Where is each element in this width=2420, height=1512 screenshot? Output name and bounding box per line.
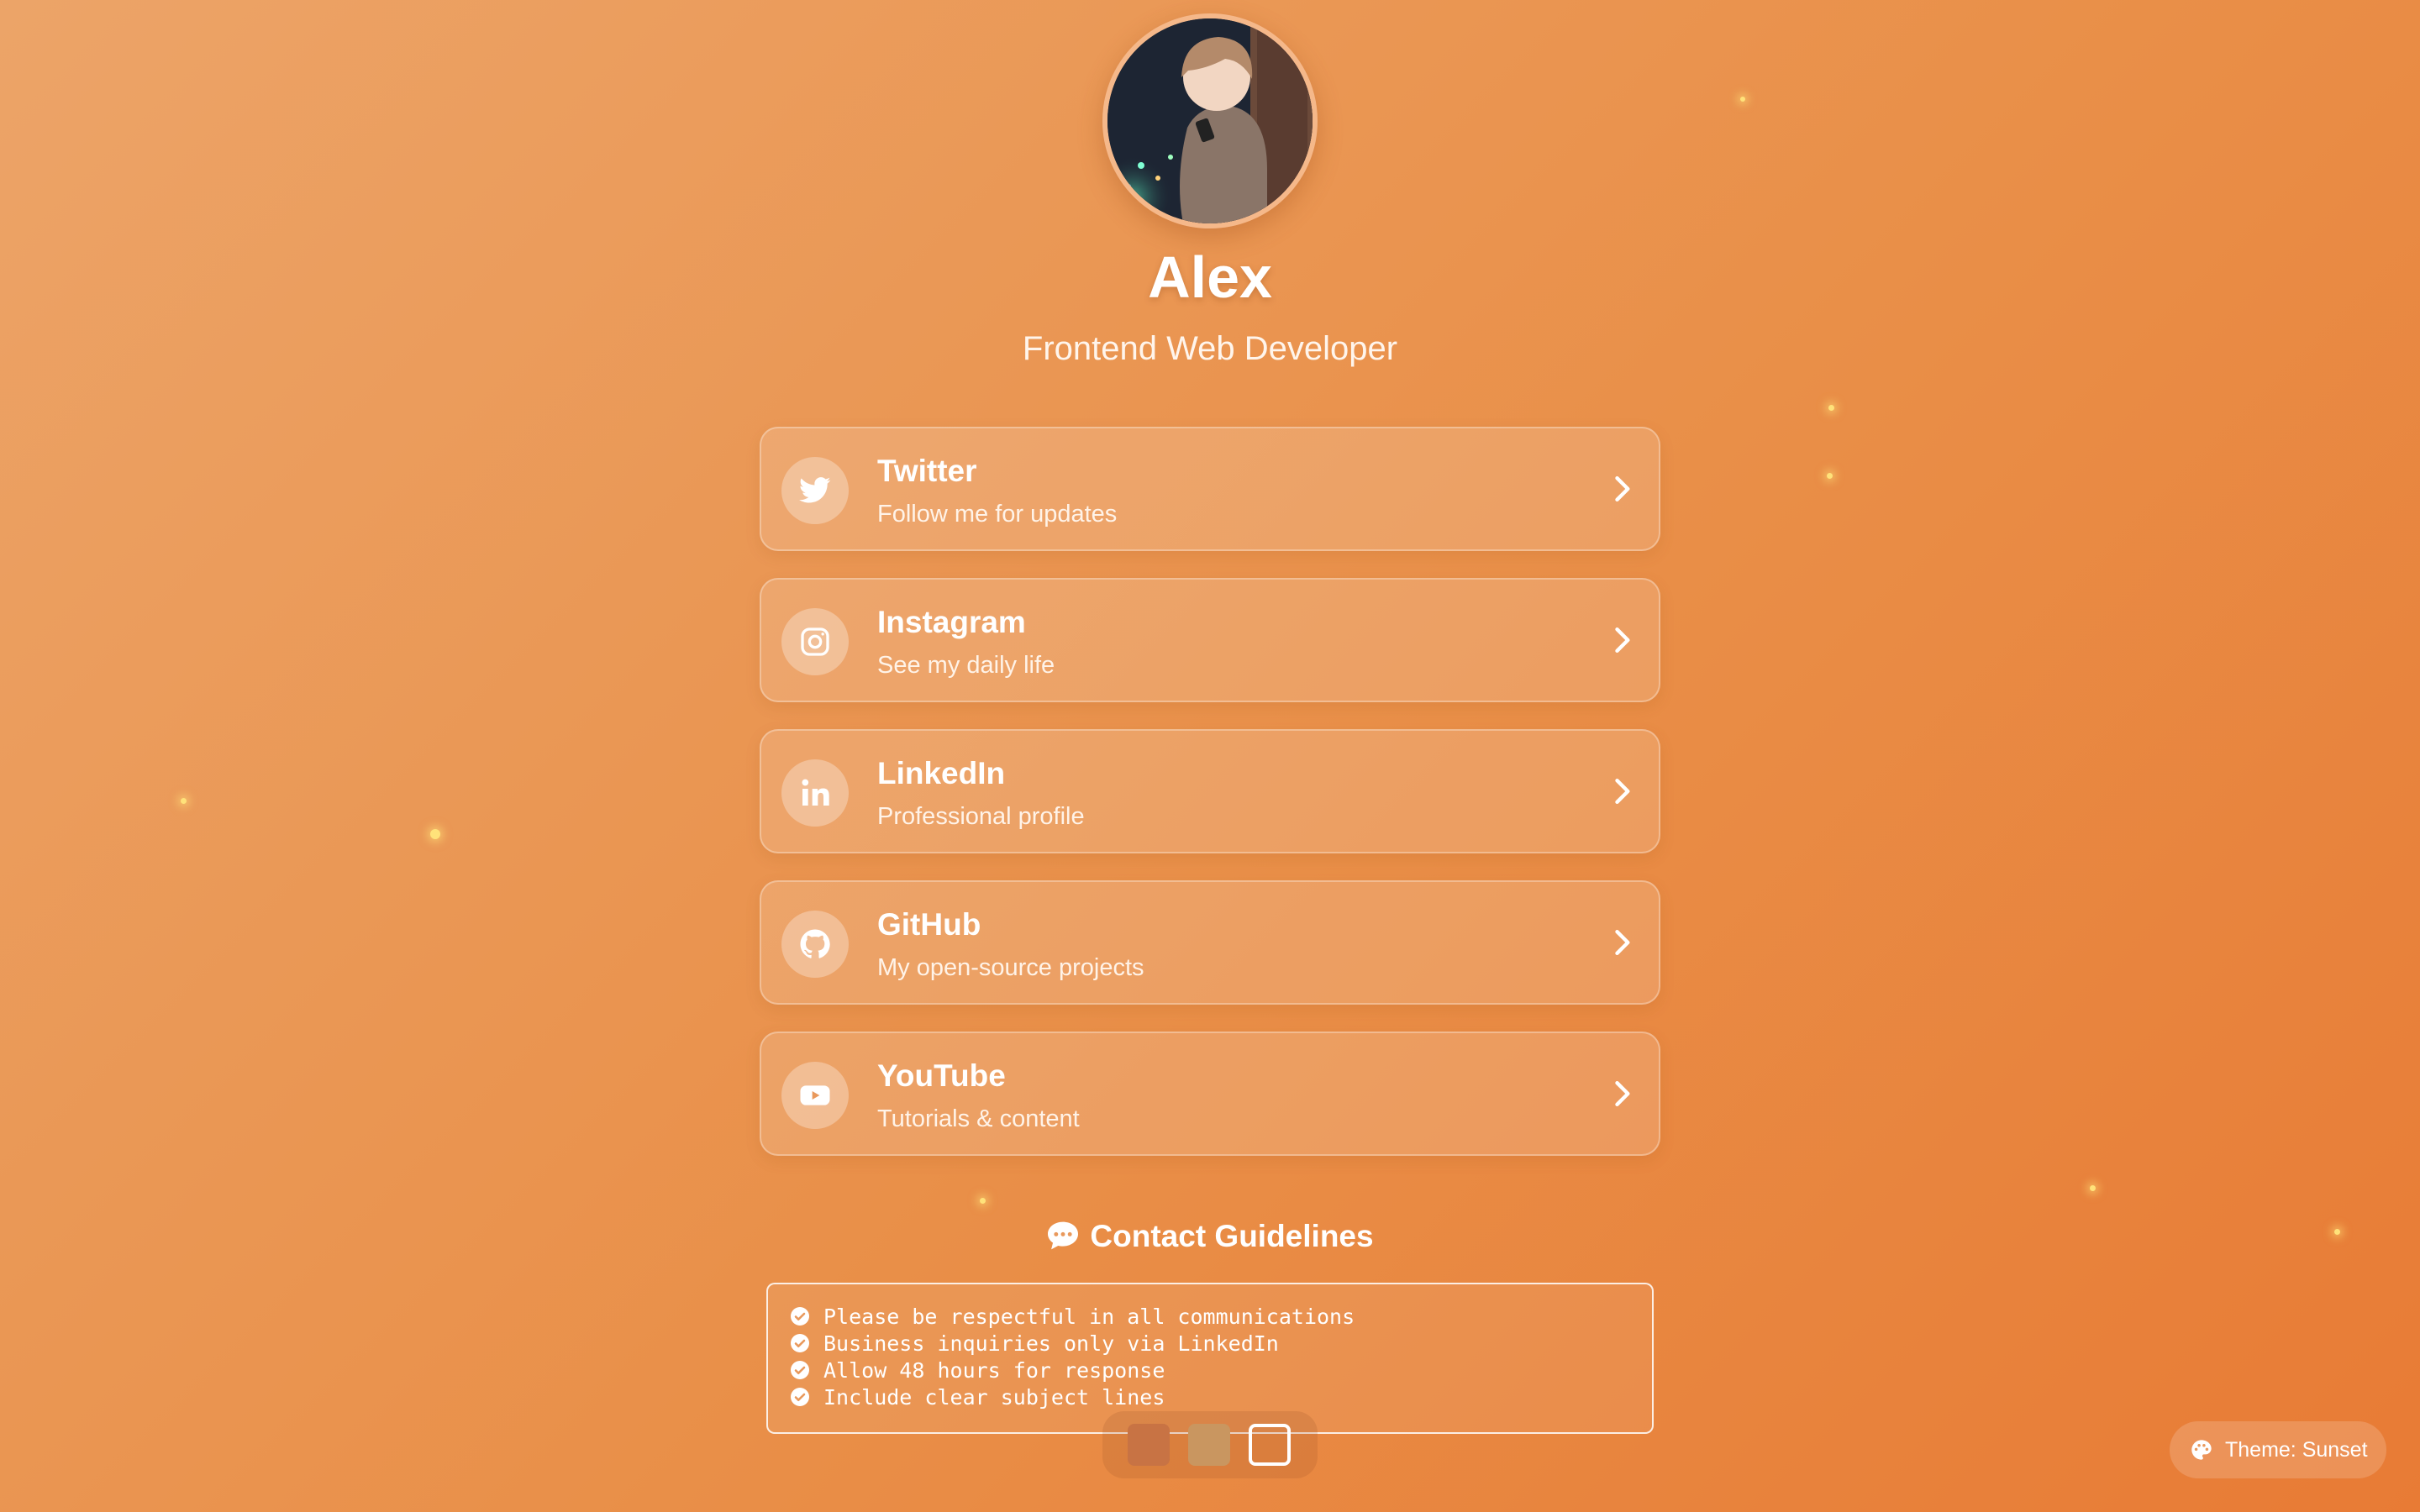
chat-bubble-icon <box>1048 1221 1079 1250</box>
chevron-right-icon <box>1615 627 1630 654</box>
chevron-right-icon <box>1615 778 1630 805</box>
link-title: YouTube <box>877 1058 1006 1093</box>
link-title: LinkedIn <box>877 756 1006 790</box>
guideline-text: Please be respectful in all communicatio… <box>823 1304 1355 1329</box>
link-description: Professional profile <box>877 803 1085 830</box>
guideline-item: Please be respectful in all communicatio… <box>790 1303 1652 1330</box>
theme-swatch-dark[interactable] <box>1128 1424 1170 1466</box>
linkedin-link[interactable]: LinkedIn Professional profile <box>760 729 1660 853</box>
theme-swatch-bar <box>1102 1411 1318 1478</box>
sparkle <box>181 798 187 804</box>
link-description: See my daily life <box>877 652 1055 679</box>
guidelines-title: Contact Guidelines <box>1090 1219 1374 1253</box>
instagram-icon <box>781 608 849 675</box>
chevron-right-icon <box>1615 929 1630 956</box>
linkedin-icon <box>781 759 849 827</box>
youtube-link[interactable]: YouTube Tutorials & content <box>760 1032 1660 1156</box>
theme-toggle-button[interactable]: Theme: Sunset <box>2170 1421 2386 1478</box>
theme-swatch-selected[interactable] <box>1249 1424 1291 1466</box>
guideline-item: Allow 48 hours for response <box>790 1357 1652 1383</box>
profile-name: Alex <box>1148 244 1272 310</box>
sparkle <box>2090 1185 2096 1191</box>
link-title: GitHub <box>877 907 981 942</box>
link-title: Twitter <box>877 454 977 488</box>
youtube-icon <box>781 1062 849 1129</box>
twitter-link[interactable]: Twitter Follow me for updates <box>760 427 1660 551</box>
check-circle-icon <box>791 1334 809 1352</box>
chevron-right-icon <box>1615 475 1630 502</box>
github-icon <box>781 911 849 978</box>
instagram-link[interactable]: Instagram See my daily life <box>760 578 1660 702</box>
link-description: Follow me for updates <box>877 501 1118 528</box>
check-circle-icon <box>791 1361 809 1379</box>
guideline-text: Allow 48 hours for response <box>823 1357 1165 1383</box>
sparkle <box>1828 405 1834 411</box>
guidelines-heading: Contact Guidelines <box>0 1219 2420 1254</box>
chevron-right-icon <box>1615 1080 1630 1107</box>
sparkle <box>980 1198 986 1204</box>
link-title: Instagram <box>877 605 1026 639</box>
check-circle-icon <box>791 1307 809 1326</box>
profile-role: Frontend Web Developer <box>1022 330 1398 367</box>
twitter-icon <box>781 457 849 524</box>
avatar <box>1102 13 1318 228</box>
guideline-item: Business inquiries only via LinkedIn <box>790 1330 1652 1357</box>
avatar-illustration <box>1107 18 1313 223</box>
check-circle-icon <box>791 1388 809 1406</box>
palette-icon <box>2191 1440 2212 1460</box>
sparkle <box>1740 97 1745 102</box>
sparkle <box>430 829 440 839</box>
theme-swatch-olive[interactable] <box>1188 1424 1230 1466</box>
theme-label: Theme: Sunset <box>2225 1437 2368 1462</box>
guideline-item: Include clear subject lines <box>790 1383 1652 1410</box>
guideline-text: Business inquiries only via LinkedIn <box>823 1331 1279 1356</box>
github-link[interactable]: GitHub My open-source projects <box>760 880 1660 1005</box>
link-description: My open-source projects <box>877 954 1144 981</box>
sparkle <box>1827 473 1833 479</box>
guideline-text: Include clear subject lines <box>823 1384 1165 1410</box>
link-description: Tutorials & content <box>877 1105 1080 1132</box>
